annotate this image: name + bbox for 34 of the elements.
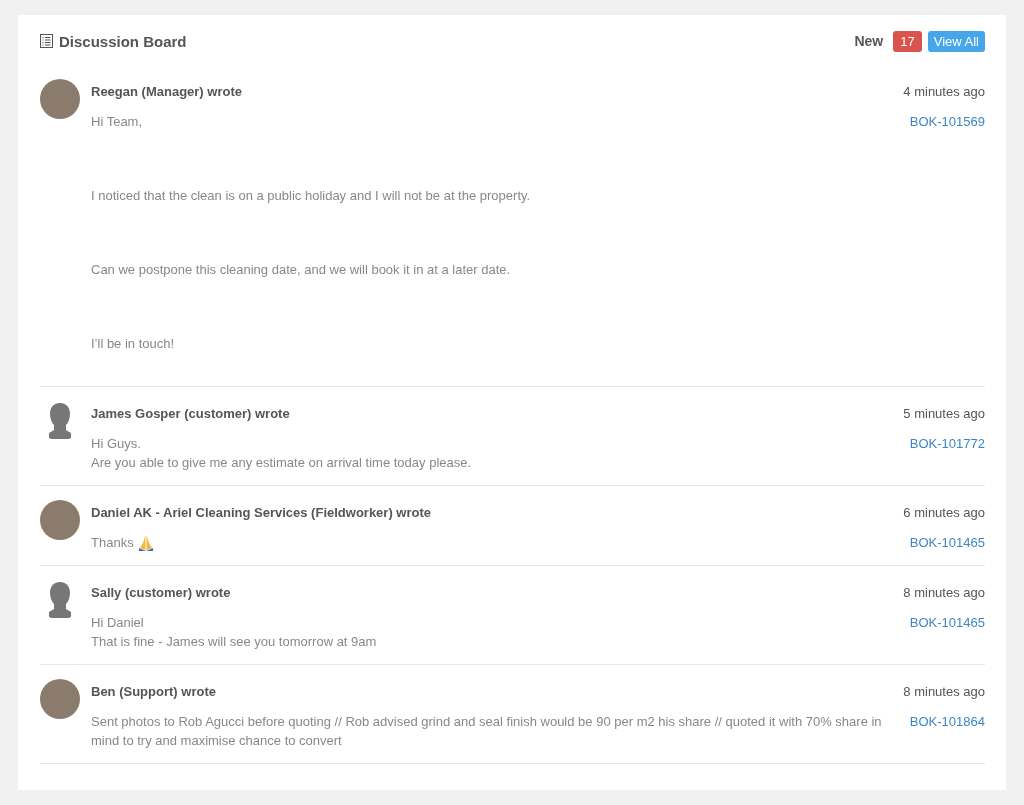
message-text: That is fine - James will see you tomorrow at 9am xyxy=(91,633,378,651)
booking-link[interactable]: BOK-101864 xyxy=(909,712,985,731)
timestamp: 6 minutes ago xyxy=(903,504,985,522)
booking-link[interactable]: BOK-101569 xyxy=(909,112,985,131)
avatar-photo-placeholder xyxy=(40,79,80,119)
panel-title: Discussion Board xyxy=(59,32,187,50)
author-name: Reegan (Manager) wrote xyxy=(91,83,243,101)
new-label: New xyxy=(854,33,884,49)
avatar-photo-placeholder xyxy=(40,500,80,540)
timestamp: 4 minutes ago xyxy=(903,83,985,101)
praying-hands-icon xyxy=(137,533,154,552)
message-text: Hi Guys. xyxy=(91,435,142,453)
message-text: Are you able to give me any estimate on arrival time today please. xyxy=(91,454,473,472)
avatar-photo-placeholder xyxy=(40,679,80,719)
timestamp: 5 minutes ago xyxy=(903,405,985,423)
author-name: Ben (Support) wrote xyxy=(91,683,217,701)
author-name: James Gosper (customer) wrote xyxy=(91,405,291,423)
timestamp: 8 minutes ago xyxy=(903,683,985,701)
booking-link[interactable]: BOK-101772 xyxy=(909,434,985,453)
message-text: Sent photos to Rob Agucci before quoting // Rob advised grind and seal finish would be 90 per m2 his share // quoted it with 70% share in mind to try and maximise chance to convert xyxy=(91,713,883,750)
message-text: Can we postpone this cleaning date, and we will book it in at a later date. xyxy=(91,261,512,279)
message-text: I noticed that the clean is on a public holiday and I will not be at the property. xyxy=(91,187,532,205)
timestamp: 8 minutes ago xyxy=(903,584,985,602)
booking-link[interactable]: BOK-101465 xyxy=(909,613,985,632)
author-name: Daniel AK - Ariel Cleaning Services (Fieldworker) wrote xyxy=(91,504,433,522)
message-text: I’ll be in touch! xyxy=(91,335,176,353)
view-all-button[interactable]: View All xyxy=(927,30,985,52)
message-text: Thanks xyxy=(91,534,134,552)
message-text: Hi Team, xyxy=(91,113,144,131)
new-count-badge: 17 xyxy=(893,30,922,52)
booking-link[interactable]: BOK-101465 xyxy=(909,533,985,552)
list-icon xyxy=(40,34,53,48)
author-name: Sally (customer) wrote xyxy=(91,584,232,602)
message-text: Hi Daniel xyxy=(91,614,145,632)
